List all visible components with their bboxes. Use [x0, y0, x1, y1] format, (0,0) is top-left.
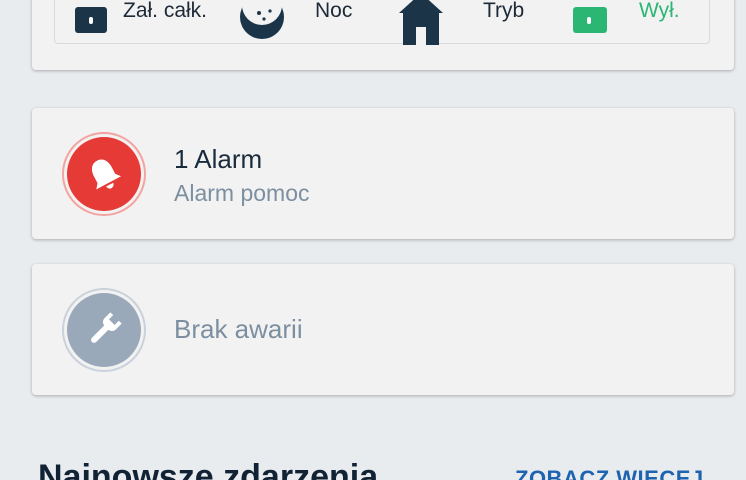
moon-stars-icon [240, 0, 284, 39]
arming-mode-card: Zał. całk. Noc Tryb Wył. [32, 0, 734, 70]
fault-icon-badge [62, 288, 146, 372]
bell-icon [92, 159, 122, 190]
mode-custom-button[interactable]: Tryb [399, 0, 559, 45]
mode-night-label: Noc [315, 0, 353, 22]
alarm-type-subtitle: Alarm pomoc [174, 180, 310, 206]
mode-disarm-label: Wył. [639, 0, 680, 22]
dashboard-screen: Zał. całk. Noc Tryb Wył. 1 Alarm Alarm p… [0, 0, 746, 480]
mode-night-button[interactable]: Noc [239, 0, 379, 45]
mode-disarm-button[interactable]: Wył. [573, 0, 703, 45]
faults-card[interactable]: Brak awarii [32, 264, 734, 395]
arming-mode-selector: Zał. całk. Noc Tryb Wył. [54, 0, 710, 45]
lock-icon [75, 7, 107, 33]
unlock-icon [573, 7, 607, 33]
mode-custom-label: Tryb [483, 0, 525, 22]
see-more-link[interactable]: ZOBACZ WIĘCEJ [515, 466, 704, 480]
wrench-icon [91, 312, 122, 343]
house-icon [399, 0, 443, 45]
alarm-card[interactable]: 1 Alarm Alarm pomoc [32, 108, 734, 239]
alarm-count-title: 1 Alarm [174, 144, 263, 174]
alarm-icon-badge [62, 132, 146, 216]
mode-full-arm-label: Zał. całk. [123, 0, 208, 22]
recent-events-title: Najnowsze zdarzenia [38, 458, 379, 480]
fault-status-title: Brak awarii [174, 314, 303, 344]
mode-full-arm-button[interactable]: Zał. całk. [75, 0, 225, 45]
